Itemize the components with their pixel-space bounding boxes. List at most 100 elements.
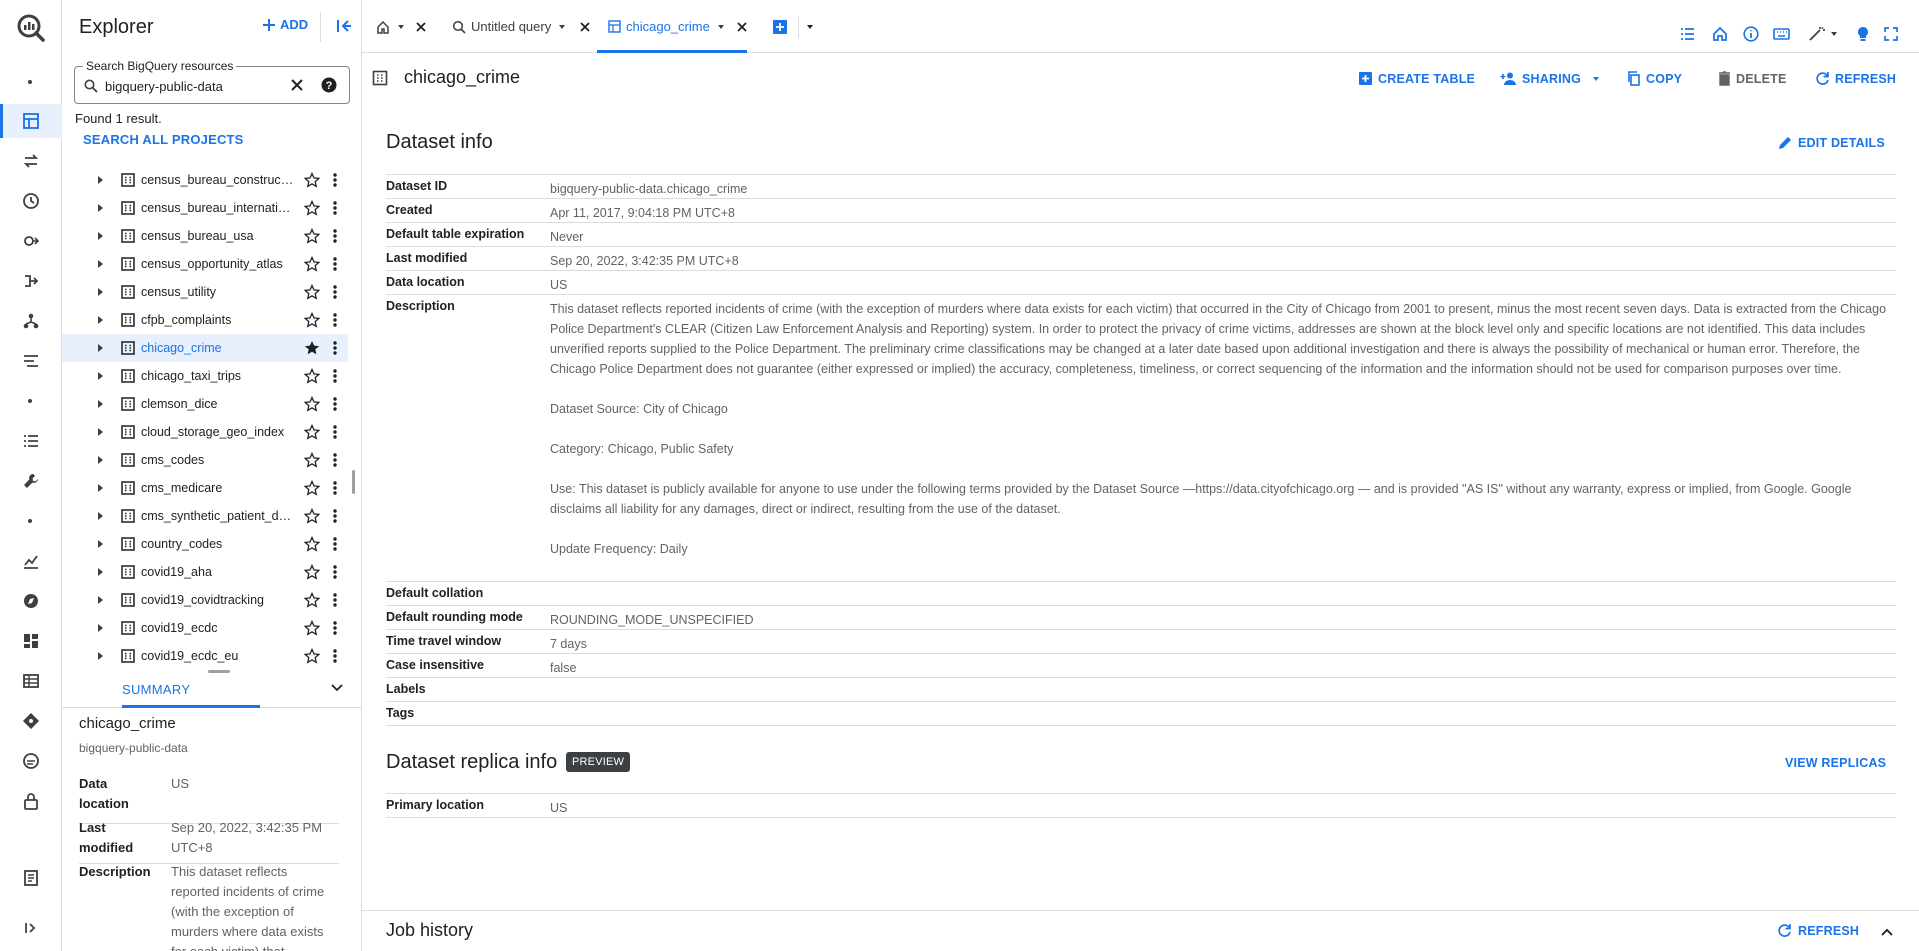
- more-vert-icon[interactable]: [332, 592, 338, 608]
- star-outline-icon[interactable]: [304, 452, 320, 468]
- lock-icon[interactable]: [17, 787, 45, 815]
- more-vert-icon[interactable]: [332, 508, 338, 524]
- close-icon[interactable]: [579, 21, 591, 33]
- star-outline-icon[interactable]: [304, 592, 320, 608]
- magic-wand-icon[interactable]: [1808, 26, 1826, 42]
- delete-button[interactable]: DELETE: [1718, 71, 1787, 86]
- more-vert-icon[interactable]: [332, 424, 338, 440]
- sharing-button[interactable]: SHARING: [1500, 71, 1601, 86]
- more-vert-icon[interactable]: [332, 452, 338, 468]
- search-input[interactable]: bigquery-public-data: [105, 79, 223, 94]
- tree-item[interactable]: clemson_dice: [62, 390, 348, 418]
- tree-scrollbar[interactable]: [352, 470, 355, 494]
- collapse-explorer-button[interactable]: [334, 16, 354, 36]
- release-notes-icon[interactable]: [17, 864, 45, 892]
- more-vert-icon[interactable]: [332, 172, 338, 188]
- create-table-button[interactable]: CREATE TABLE: [1358, 71, 1475, 86]
- search-resources-field[interactable]: Search BigQuery resources bigquery-publi…: [74, 59, 350, 104]
- copy-button[interactable]: COPY: [1627, 71, 1682, 86]
- expand-arrow-icon[interactable]: [95, 231, 105, 241]
- chevron-down-icon[interactable]: [557, 22, 567, 32]
- expand-arrow-icon[interactable]: [95, 175, 105, 185]
- monitoring-chart-icon[interactable]: [17, 547, 45, 575]
- tree-item[interactable]: cfpb_complaints: [62, 306, 348, 334]
- star-outline-icon[interactable]: [304, 620, 320, 636]
- policy-icon[interactable]: [17, 747, 45, 775]
- expand-arrow-icon[interactable]: [95, 483, 105, 493]
- data-transfer-icon[interactable]: [17, 147, 45, 175]
- clear-search-icon[interactable]: [289, 77, 305, 93]
- expand-arrow-icon[interactable]: [95, 259, 105, 269]
- tree-item[interactable]: cms_synthetic_patient_data...: [62, 502, 348, 530]
- chevron-down-icon[interactable]: [805, 22, 815, 32]
- star-filled-icon[interactable]: [304, 340, 320, 356]
- list-view-icon[interactable]: [1679, 26, 1695, 42]
- tree-item[interactable]: chicago_crime: [62, 334, 348, 362]
- expand-arrow-icon[interactable]: [95, 427, 105, 437]
- star-outline-icon[interactable]: [304, 284, 320, 300]
- home-outline-icon[interactable]: [1712, 26, 1728, 42]
- expand-arrow-icon[interactable]: [95, 511, 105, 521]
- star-outline-icon[interactable]: [304, 480, 320, 496]
- star-outline-icon[interactable]: [304, 368, 320, 384]
- more-vert-icon[interactable]: [332, 340, 338, 356]
- expand-arrow-icon[interactable]: [95, 595, 105, 605]
- expand-arrow-icon[interactable]: [95, 455, 105, 465]
- expand-arrow-icon[interactable]: [95, 651, 105, 661]
- more-vert-icon[interactable]: [332, 228, 338, 244]
- edit-details-button[interactable]: EDIT DETAILS: [1778, 136, 1885, 150]
- scheduled-queries-icon[interactable]: [17, 187, 45, 215]
- search-all-projects-link[interactable]: SEARCH ALL PROJECTS: [83, 132, 244, 147]
- star-outline-icon[interactable]: [304, 312, 320, 328]
- job-history-refresh-button[interactable]: REFRESH: [1777, 923, 1859, 938]
- expand-arrow-icon[interactable]: [95, 343, 105, 353]
- tree-item[interactable]: chicago_taxi_trips: [62, 362, 348, 390]
- compass-icon[interactable]: [17, 587, 45, 615]
- diamond-icon[interactable]: [17, 707, 45, 735]
- dataform-icon[interactable]: [17, 347, 45, 375]
- bigquery-logo-icon[interactable]: [15, 12, 47, 44]
- expand-arrow-icon[interactable]: [95, 315, 105, 325]
- explorer-icon[interactable]: [17, 107, 45, 135]
- tree-item[interactable]: cms_codes: [62, 446, 348, 474]
- expand-arrow-icon[interactable]: [95, 203, 105, 213]
- tree-item[interactable]: census_bureau_construction: [62, 166, 348, 194]
- tree-item[interactable]: census_opportunity_atlas: [62, 250, 348, 278]
- keyboard-icon[interactable]: [1773, 26, 1790, 42]
- star-outline-icon[interactable]: [304, 536, 320, 552]
- refresh-button[interactable]: REFRESH: [1815, 71, 1896, 86]
- view-replicas-button[interactable]: VIEW REPLICAS: [1785, 756, 1886, 770]
- tree-item[interactable]: country_codes: [62, 530, 348, 558]
- expand-arrow-icon[interactable]: [95, 539, 105, 549]
- more-vert-icon[interactable]: [332, 620, 338, 636]
- chevron-down-icon[interactable]: [1829, 29, 1839, 39]
- star-outline-icon[interactable]: [304, 396, 320, 412]
- expand-arrow-icon[interactable]: [95, 623, 105, 633]
- chevron-down-icon[interactable]: [716, 22, 726, 32]
- tab-chicago-crime[interactable]: chicago_crime: [608, 0, 748, 53]
- more-vert-icon[interactable]: [332, 200, 338, 216]
- new-tab-button[interactable]: [772, 0, 822, 53]
- tree-item[interactable]: covid19_covidtracking: [62, 586, 348, 614]
- more-vert-icon[interactable]: [332, 368, 338, 384]
- star-outline-icon[interactable]: [304, 508, 320, 524]
- tree-item[interactable]: covid19_ecdc: [62, 614, 348, 642]
- more-vert-icon[interactable]: [332, 564, 338, 580]
- wrench-icon[interactable]: [17, 467, 45, 495]
- fullscreen-icon[interactable]: [1883, 26, 1899, 42]
- table-grid-icon[interactable]: [17, 667, 45, 695]
- chevron-up-icon[interactable]: [1880, 925, 1894, 939]
- tree-item[interactable]: cms_medicare: [62, 474, 348, 502]
- star-outline-icon[interactable]: [304, 648, 320, 664]
- dashboard-icon[interactable]: [17, 627, 45, 655]
- more-vert-icon[interactable]: [332, 480, 338, 496]
- more-vert-icon[interactable]: [332, 284, 338, 300]
- tree-item[interactable]: census_bureau_international: [62, 194, 348, 222]
- dataflow-icon[interactable]: [17, 267, 45, 295]
- add-button[interactable]: ADD: [262, 17, 308, 32]
- tree-item[interactable]: covid19_ecdc_eu: [62, 642, 348, 664]
- star-outline-icon[interactable]: [304, 200, 320, 216]
- tab-untitled-query[interactable]: Untitled query: [452, 0, 592, 53]
- lightbulb-icon[interactable]: [1856, 26, 1870, 42]
- close-icon[interactable]: [736, 21, 748, 33]
